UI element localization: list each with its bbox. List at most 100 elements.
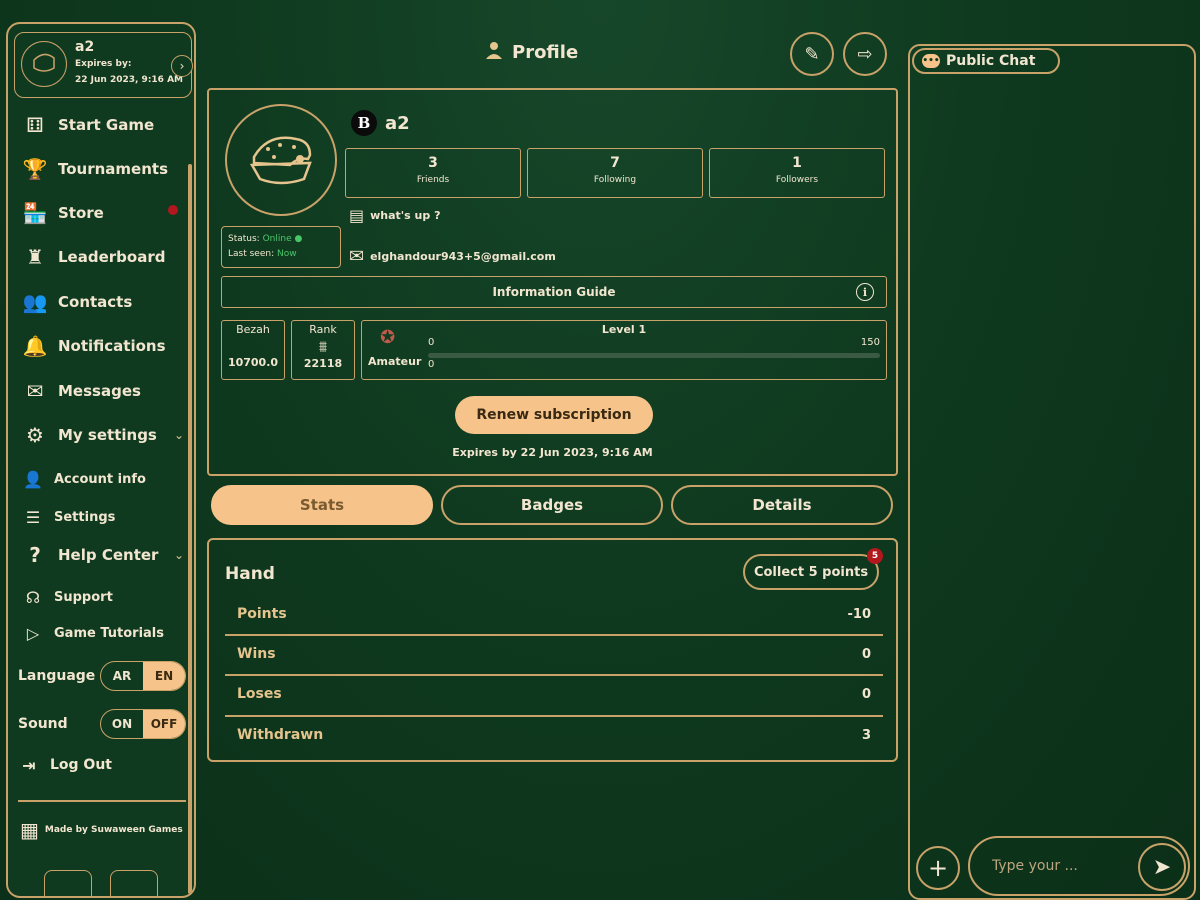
public-chat-panel: ••• Public Chat + Type your ... ➤ xyxy=(908,44,1196,900)
table-row: Wins 0 xyxy=(225,634,883,674)
sidebar-item-support[interactable]: ☊ Support xyxy=(20,582,113,612)
start-game-icon: ⚅ xyxy=(26,113,44,137)
envelope-icon: ✉ xyxy=(26,379,44,403)
rank-box: Rank ⩩ 22118 xyxy=(291,320,355,380)
expires-date: 22 Jun 2023, 9:16 AM xyxy=(75,75,183,85)
bezah-box: Bezah 10700.0 xyxy=(221,320,285,380)
language-option-ar[interactable]: AR xyxy=(101,662,143,690)
headset-icon: ☊ xyxy=(25,587,41,607)
thumbnails xyxy=(44,870,158,896)
sidebar-item-leaderboard[interactable]: ♜ Leaderboard xyxy=(20,242,165,272)
sidebar-item-tournaments[interactable]: 🏆 Tournaments xyxy=(20,154,168,184)
last-seen-label: Last seen: xyxy=(228,249,275,259)
collect-points-button[interactable]: Collect 5 points 5 xyxy=(743,548,883,590)
sidebar-divider xyxy=(18,800,186,802)
info-icon: i xyxy=(856,283,874,301)
thumbnail-2[interactable] xyxy=(110,870,158,896)
rank-bottles-icon: ⩩ xyxy=(318,337,328,356)
add-attachment-button[interactable]: + xyxy=(916,846,960,890)
sidebar-item-label: Start Game xyxy=(58,116,155,134)
store-icon: 🏪 xyxy=(22,201,48,225)
sidebar-item-start-game[interactable]: ⚅ Start Game xyxy=(20,110,154,140)
mood-row: ▤ what's up ? xyxy=(349,206,440,225)
mood-text: what's up ? xyxy=(370,209,441,222)
avatar xyxy=(21,41,67,87)
information-guide-button[interactable]: Information Guide i xyxy=(221,276,887,308)
stat-label: Points xyxy=(237,606,287,622)
online-icon: ● xyxy=(294,234,303,244)
user-icon xyxy=(484,40,504,65)
language-toggle[interactable]: AR EN xyxy=(100,661,186,691)
sound-option-off[interactable]: OFF xyxy=(143,710,185,738)
sidebar-item-contacts[interactable]: 👥 Contacts xyxy=(20,287,133,317)
last-seen-value: Now xyxy=(276,249,297,259)
stat-value: 3 xyxy=(861,727,871,743)
speech-bubble-icon: ▤ xyxy=(349,206,365,225)
sound-option-on[interactable]: ON xyxy=(101,710,143,738)
sidebar-item-game-tutorials[interactable]: ▷ Game Tutorials xyxy=(20,618,164,648)
chevron-down-icon[interactable]: ⌄ xyxy=(174,428,184,442)
exit-icon: ⇨ xyxy=(857,43,873,65)
followers-stat[interactable]: 1 Followers xyxy=(709,148,885,198)
following-stat[interactable]: 7 Following xyxy=(527,148,703,198)
chevron-right-icon[interactable]: › xyxy=(171,55,193,77)
question-icon: ? xyxy=(29,543,41,567)
play-icon: ▷ xyxy=(26,623,40,643)
sound-label: Sound xyxy=(18,716,68,732)
sidebar-item-label: Leaderboard xyxy=(58,248,166,266)
sidebar-item-account-info[interactable]: 👤 Account info xyxy=(20,464,146,494)
language-label: Language xyxy=(18,668,96,684)
sidebar-item-label: Notifications xyxy=(58,337,166,355)
sidebar-item-store[interactable]: 🏪 Store xyxy=(20,198,104,228)
gear-icon: ⚙ xyxy=(26,423,44,447)
sidebar-scrollbar[interactable] xyxy=(188,164,192,894)
edit-button[interactable]: ✎ xyxy=(790,32,834,76)
tab-details[interactable]: Details xyxy=(671,485,893,525)
exit-button[interactable]: ⇨ xyxy=(843,32,887,76)
stat-value: 0 xyxy=(861,686,871,702)
sidebar-item-label: Contacts xyxy=(58,293,133,311)
info-guide-label: Information Guide xyxy=(492,285,616,299)
account-icon: 👤 xyxy=(23,469,43,489)
card-avatar-icon xyxy=(33,53,55,72)
status-value: Online xyxy=(262,234,292,244)
public-chat-header[interactable]: ••• Public Chat xyxy=(912,48,1060,74)
stat-label: Loses xyxy=(237,686,282,702)
collect-badge: 5 xyxy=(867,548,883,564)
sidebar-item-my-settings[interactable]: ⚙ My settings xyxy=(20,420,157,450)
table-row: Points -10 xyxy=(225,594,883,634)
thumbnail-1[interactable] xyxy=(44,870,92,896)
stats-title: Hand xyxy=(225,564,275,584)
sidebar-item-notifications[interactable]: 🔔 Notifications xyxy=(20,331,166,361)
sidebar-item-label: Help Center xyxy=(58,546,159,564)
chevron-down-icon[interactable]: ⌄ xyxy=(174,548,184,562)
logout-button[interactable]: ⇥ Log Out xyxy=(16,750,112,780)
sidebar-profile-card[interactable]: a2 Expires by: 22 Jun 2023, 9:16 AM › xyxy=(14,32,193,98)
level-max: 150 xyxy=(860,337,880,348)
send-button[interactable]: ➤ xyxy=(1138,843,1186,891)
user-row: B a2 xyxy=(351,110,410,136)
send-icon: ➤ xyxy=(1152,854,1172,880)
bezah-label: Bezah xyxy=(236,323,270,336)
sidebar-item-label: Tournaments xyxy=(58,160,169,178)
public-chat-title: Public Chat xyxy=(946,53,1036,69)
tab-badges[interactable]: Badges xyxy=(441,485,663,525)
sidebar-item-help-center[interactable]: ? Help Center xyxy=(20,540,158,570)
stats-panel: Hand Collect 5 points 5 Points -10 Wins … xyxy=(207,538,898,762)
tab-stats[interactable]: Stats xyxy=(211,485,433,525)
sidebar-username: a2 xyxy=(75,39,95,55)
studio-logo-icon: ▦ xyxy=(20,818,39,842)
bell-icon: 🔔 xyxy=(22,334,48,358)
sound-toggle[interactable]: ON OFF xyxy=(100,709,186,739)
friends-stat[interactable]: 3 Friends xyxy=(345,148,521,198)
sidebar-item-label: Account info xyxy=(54,471,146,487)
stat-value: 0 xyxy=(861,646,871,662)
profile-avatar xyxy=(225,104,337,216)
sidebar-item-messages[interactable]: ✉ Messages xyxy=(20,376,141,406)
renew-subscription-button[interactable]: Renew subscription xyxy=(455,396,653,434)
friends-label: Friends xyxy=(416,175,450,185)
logout-icon: ⇥ xyxy=(22,755,36,775)
sidebar-item-settings[interactable]: ☰ Settings xyxy=(20,502,116,532)
language-option-en[interactable]: EN xyxy=(143,662,185,690)
stat-label: Withdrawn xyxy=(237,727,324,743)
